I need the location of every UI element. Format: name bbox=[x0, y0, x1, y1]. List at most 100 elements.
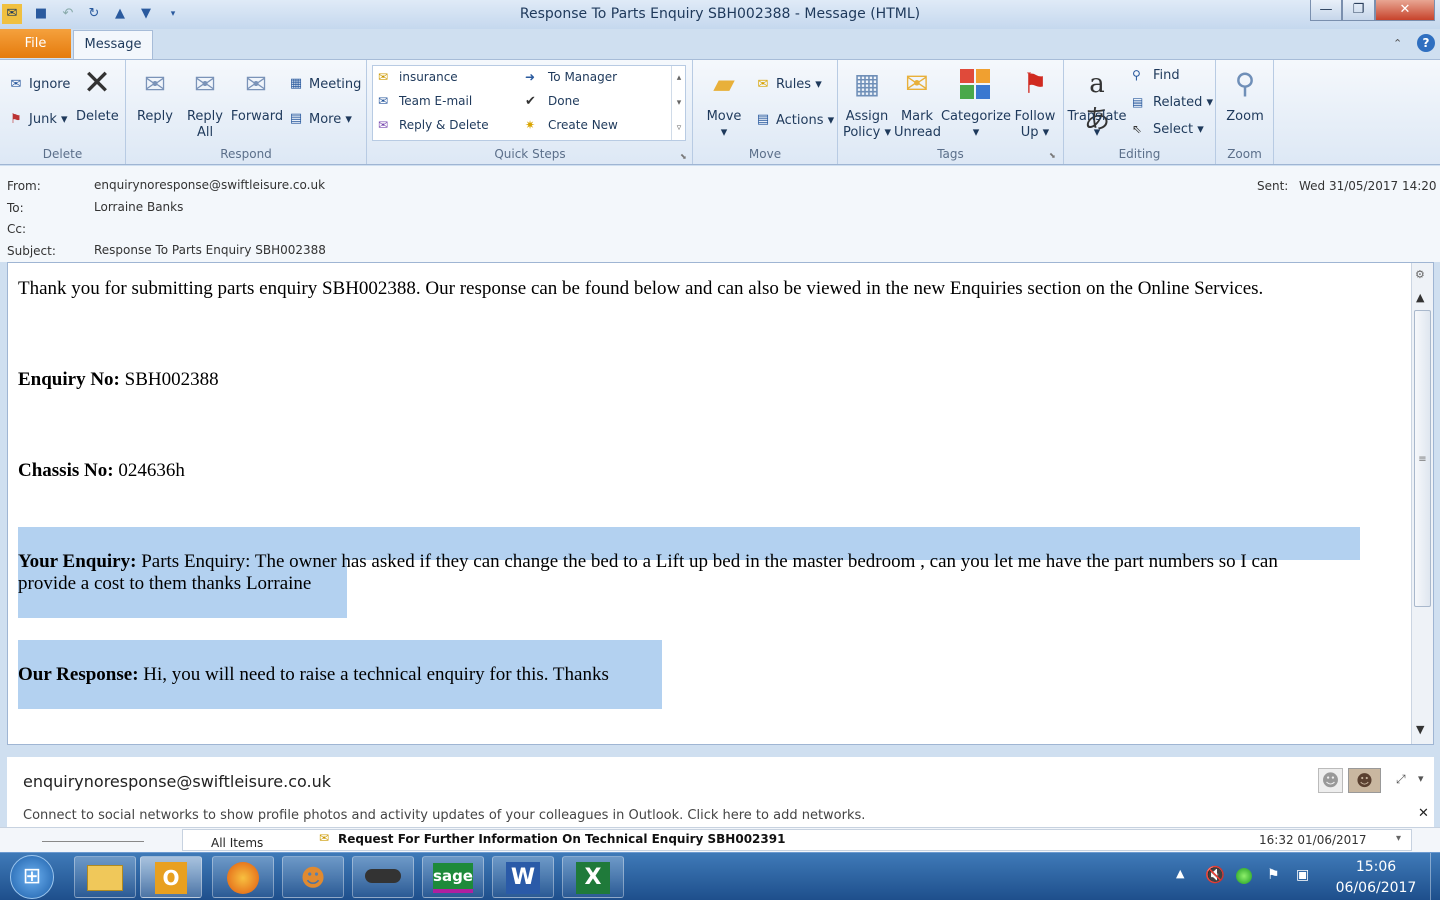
your-enquiry-text-cont: provide a cost to them thanks Lorraine bbox=[18, 573, 312, 594]
find-button[interactable]: Find bbox=[1153, 68, 1180, 83]
chassis-no-label: Chassis No: bbox=[18, 460, 114, 481]
envelope-icon: ✉ bbox=[319, 831, 330, 845]
subject-label: Subject: bbox=[7, 244, 56, 258]
close-button[interactable]: ✕ bbox=[1375, 0, 1435, 21]
volume-muted-icon[interactable]: 🔇 bbox=[1205, 865, 1225, 884]
related-icon: ▤ bbox=[1132, 95, 1144, 109]
excel-icon[interactable]: X bbox=[562, 856, 624, 898]
group-delete: ✉ Ignore ⚑ Junk ▾ ✕ Delete Delete bbox=[0, 60, 126, 164]
sent-label: Sent: bbox=[1257, 179, 1289, 193]
message-body[interactable]: Thank you for submitting parts enquiry S… bbox=[7, 262, 1434, 745]
to-manager-icon: ➜ bbox=[525, 70, 536, 84]
next-message-subject[interactable]: Request For Further Information On Techn… bbox=[338, 832, 785, 846]
clock-date[interactable]: 06/06/2017 bbox=[1328, 880, 1424, 896]
meeting-button[interactable]: Meeting bbox=[309, 77, 361, 92]
ignore-button[interactable]: Ignore bbox=[29, 77, 70, 92]
from-value[interactable]: enquirynoresponse@swiftleisure.co.uk bbox=[94, 178, 325, 192]
delete-button[interactable]: Delete bbox=[76, 109, 119, 125]
our-response-text: Hi, you will need to raise a technical e… bbox=[143, 664, 609, 685]
select-button[interactable]: Select ▾ bbox=[1153, 122, 1204, 137]
expand-people-pane-icon[interactable]: ⤢ bbox=[1396, 772, 1406, 787]
group-quick-steps-label: Quick Steps bbox=[494, 147, 566, 161]
quick-step-create-new[interactable]: Create New bbox=[548, 118, 618, 132]
scroll-thumb[interactable]: ≡ bbox=[1414, 310, 1431, 607]
junk-icon: ⚑ bbox=[10, 112, 22, 127]
rules-button[interactable]: Rules ▾ bbox=[776, 77, 822, 92]
tags-launcher-icon[interactable]: ⬊ bbox=[1049, 151, 1056, 160]
junk-button[interactable]: Junk ▾ bbox=[29, 112, 68, 127]
reply-delete-icon: ✉ bbox=[378, 118, 389, 132]
more-button[interactable]: More ▾ bbox=[309, 112, 352, 127]
word-icon[interactable]: W bbox=[492, 856, 554, 898]
follow-up-button[interactable]: Follow Up ▾ bbox=[1012, 109, 1058, 141]
follow-up-icon: ⚑ bbox=[1022, 67, 1048, 100]
people-pane-sender: enquirynoresponse@swiftleisure.co.uk bbox=[23, 772, 332, 791]
move-button[interactable]: Move ▾ bbox=[703, 109, 745, 141]
quick-steps-scroll-icon[interactable]: ▴ ▾ ▿ bbox=[671, 66, 686, 140]
network-icon[interactable]: ▣ bbox=[1296, 867, 1309, 883]
delete-icon: ✕ bbox=[82, 63, 112, 103]
assign-policy-icon: ▦ bbox=[853, 67, 881, 100]
reply-icon: ✉ bbox=[144, 70, 166, 100]
tab-message[interactable]: Message bbox=[73, 30, 153, 60]
contacts-icon[interactable]: ☻ bbox=[282, 856, 344, 898]
show-desktop-button[interactable] bbox=[1430, 853, 1440, 900]
quick-step-to-manager[interactable]: To Manager bbox=[548, 70, 617, 84]
firefox-icon[interactable] bbox=[212, 856, 274, 898]
to-label: To: bbox=[7, 201, 24, 215]
your-enquiry-text: Parts Enquiry: The owner has asked if th… bbox=[141, 551, 1278, 572]
more-icon: ▤ bbox=[289, 111, 303, 126]
social-connector-text[interactable]: Connect to social networks to show profi… bbox=[23, 808, 865, 823]
people-pane-menu-icon[interactable]: ▾ bbox=[1418, 772, 1424, 785]
group-delete-label: Delete bbox=[42, 147, 83, 161]
close-social-bar-icon[interactable]: ✕ bbox=[1418, 806, 1429, 821]
scroll-down-icon[interactable]: ▼ bbox=[1416, 723, 1424, 736]
translate-button[interactable]: Translate ▾ bbox=[1066, 109, 1128, 141]
forward-button[interactable]: Forward bbox=[230, 109, 284, 125]
vertical-scrollbar[interactable]: ⚙ ▲ ≡ ▼ bbox=[1411, 263, 1433, 744]
list-dropdown-icon[interactable]: ▾ bbox=[1396, 833, 1401, 844]
reply-all-button[interactable]: Reply All bbox=[182, 109, 228, 141]
move-icon: ▰ bbox=[713, 67, 735, 100]
mark-unread-button[interactable]: Mark Unread bbox=[894, 109, 941, 141]
from-label: From: bbox=[7, 179, 41, 193]
action-center-flag-icon[interactable]: ⚑ bbox=[1267, 867, 1280, 883]
quick-step-team-email[interactable]: Team E-mail bbox=[399, 94, 472, 108]
group-move-label: Move bbox=[748, 147, 782, 161]
quick-step-done[interactable]: Done bbox=[548, 94, 580, 108]
quick-steps-launcher-icon[interactable]: ⬊ bbox=[680, 152, 687, 161]
windows-start-icon[interactable]: ⊞ bbox=[10, 855, 54, 899]
create-new-icon: ✷ bbox=[525, 118, 536, 132]
avatar[interactable]: ☻ bbox=[1348, 768, 1381, 793]
clock-time[interactable]: 15:06 bbox=[1336, 859, 1416, 875]
reply-button[interactable]: Reply bbox=[132, 109, 178, 125]
file-explorer-icon[interactable] bbox=[74, 856, 136, 898]
categorize-button[interactable]: Categorize ▾ bbox=[940, 109, 1012, 141]
avatar-placeholder-icon[interactable]: ☻ bbox=[1318, 768, 1343, 793]
stapler-icon[interactable] bbox=[352, 856, 414, 898]
enquiry-no-label: Enquiry No: bbox=[18, 369, 120, 390]
quick-step-reply-delete[interactable]: Reply & Delete bbox=[399, 118, 489, 132]
scroll-up-icon[interactable]: ▲ bbox=[1416, 291, 1424, 304]
chassis-no-value: 024636h bbox=[118, 460, 185, 481]
zoom-button[interactable]: Zoom bbox=[1220, 109, 1270, 125]
quick-step-insurance[interactable]: insurance bbox=[399, 70, 458, 84]
actions-button[interactable]: Actions ▾ bbox=[776, 113, 834, 128]
status-green-icon[interactable] bbox=[1236, 868, 1252, 884]
assign-policy-button[interactable]: Assign Policy ▾ bbox=[840, 109, 894, 141]
to-value[interactable]: Lorraine Banks bbox=[94, 200, 183, 214]
scroll-settings-icon[interactable]: ⚙ bbox=[1415, 268, 1425, 281]
folder-label[interactable]: All Items bbox=[211, 836, 263, 850]
outlook-icon[interactable]: O bbox=[140, 856, 202, 898]
related-button[interactable]: Related ▾ bbox=[1153, 95, 1213, 110]
minimize-button[interactable]: — bbox=[1310, 0, 1342, 21]
help-icon[interactable]: ? bbox=[1417, 34, 1435, 52]
tab-file[interactable]: File bbox=[0, 29, 71, 58]
our-response-line: Our Response: Hi, you will need to raise… bbox=[18, 664, 609, 686]
maximize-button[interactable]: ❐ bbox=[1342, 0, 1375, 21]
cc-label: Cc: bbox=[7, 222, 27, 236]
tray-expand-icon[interactable]: ▲ bbox=[1176, 867, 1184, 880]
sage-icon[interactable]: sage bbox=[422, 856, 484, 898]
collapse-ribbon-icon[interactable]: ⌃ bbox=[1393, 37, 1402, 50]
group-tags: ▦ Assign Policy ▾ ✉ Mark Unread Categorize… bbox=[838, 60, 1064, 164]
